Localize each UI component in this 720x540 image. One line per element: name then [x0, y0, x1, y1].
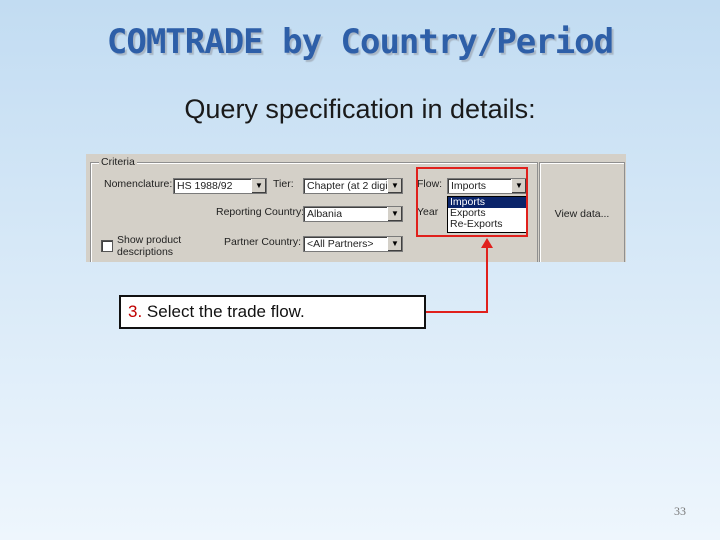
- nomenclature-value: HS 1988/92: [177, 180, 233, 192]
- show-product-checkbox[interactable]: [101, 240, 113, 252]
- reporting-country-select[interactable]: Albania ▼: [303, 206, 403, 222]
- nomenclature-select[interactable]: HS 1988/92 ▼: [173, 178, 267, 194]
- step-callout: 3. Select the trade flow.: [119, 295, 426, 329]
- tier-value: Chapter (at 2 digit l: [307, 180, 387, 192]
- slide-title: COMTRADE by Country/Period: [106, 22, 614, 62]
- step-number: 3.: [128, 302, 143, 321]
- tier-label: Tier:: [273, 178, 294, 190]
- slide-subtitle: Query specification in details:: [184, 94, 536, 124]
- nomenclature-label: Nomenclature:: [104, 178, 173, 190]
- partner-country-value: <All Partners>: [307, 238, 374, 250]
- step-text: Select the trade flow.: [146, 302, 305, 321]
- show-product-label-line1: Show product: [117, 234, 182, 246]
- partner-country-label: Partner Country:: [224, 236, 302, 248]
- view-data-button[interactable]: View data...: [539, 162, 625, 262]
- reporting-country-label: Reporting Country:: [216, 206, 305, 218]
- criteria-group-label: Criteria: [99, 156, 137, 168]
- chevron-down-icon[interactable]: ▼: [387, 237, 402, 251]
- chevron-down-icon[interactable]: ▼: [251, 179, 266, 193]
- show-product-label: Show product descriptions: [117, 234, 181, 258]
- chevron-down-icon[interactable]: ▼: [387, 207, 402, 221]
- show-product-label-line2: descriptions: [117, 246, 174, 258]
- chevron-down-icon[interactable]: ▼: [387, 179, 402, 193]
- partner-country-select[interactable]: <All Partners> ▼: [303, 236, 403, 252]
- criteria-panel: Criteria Nomenclature: HS 1988/92 ▼ Tier…: [86, 154, 626, 262]
- flow-highlight-box: [416, 167, 528, 237]
- page-number: 33: [674, 504, 686, 518]
- reporting-country-value: Albania: [307, 208, 343, 220]
- callout-connector: [426, 238, 493, 313]
- tier-select[interactable]: Chapter (at 2 digit l ▼: [303, 178, 403, 194]
